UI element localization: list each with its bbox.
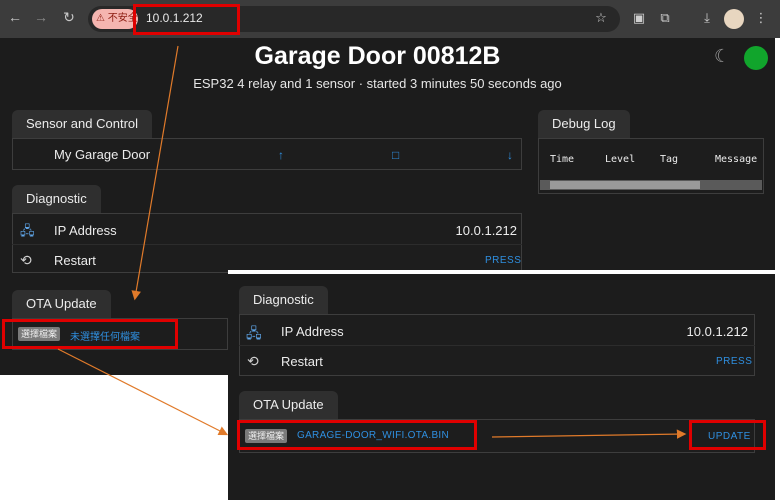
annotation-arrows: [57, 45, 687, 439]
annotation-arrow: [491, 429, 687, 439]
annotation-arrow: [57, 348, 229, 436]
annotation-arrow: [131, 45, 179, 301]
